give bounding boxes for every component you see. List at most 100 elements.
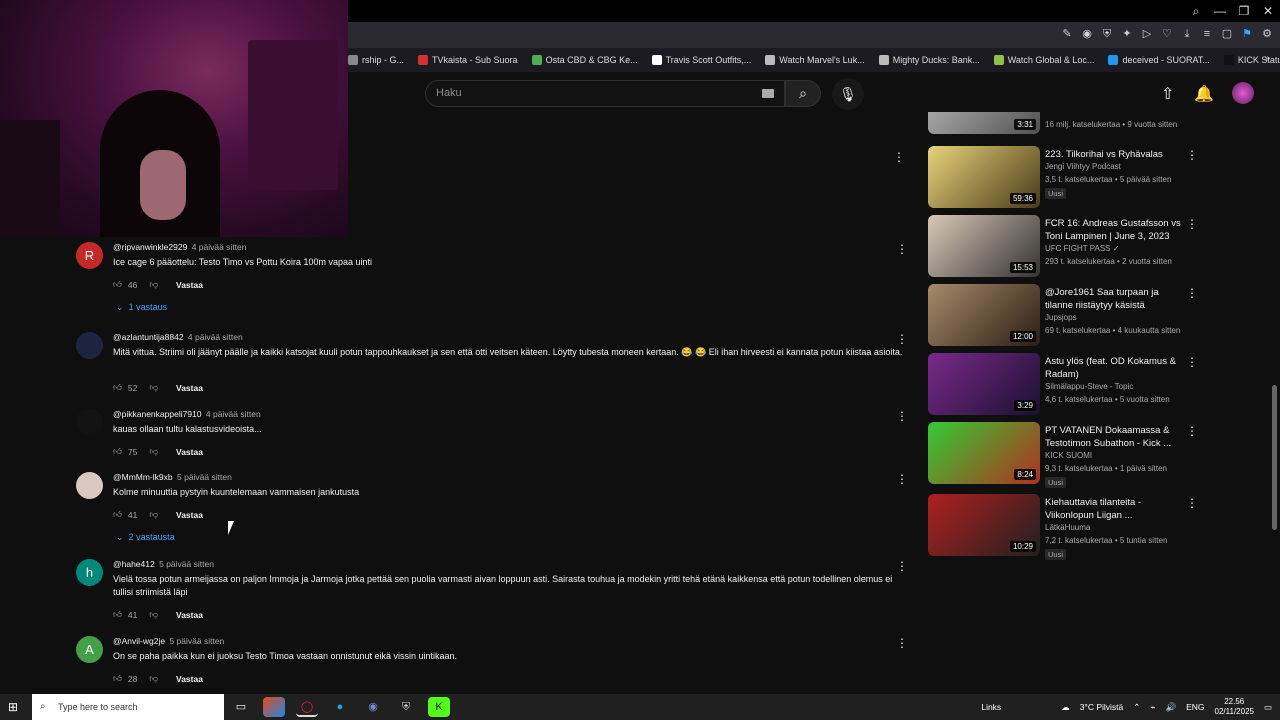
settings-icon[interactable]: ⚙ (1260, 27, 1274, 41)
comment-username[interactable]: @Anvil-wg2je (113, 636, 165, 646)
extension-icon[interactable]: ✦ (1120, 27, 1134, 41)
video-channel[interactable]: Jengi Viihtyy Podcast (1045, 162, 1121, 171)
video-title[interactable]: Kiehauttavia tilanteita - Viikonlopun Li… (1045, 496, 1185, 522)
comment-timestamp[interactable]: 5 päivää sitten (169, 636, 224, 646)
windows-start-icon[interactable]: ⊞ (8, 700, 18, 714)
discord-icon[interactable]: ◉ (362, 697, 384, 717)
video-title[interactable]: PT VATANEN Dokaamassa & Testotimon Subat… (1045, 424, 1185, 450)
video-channel[interactable]: LätkäHuuma (1045, 523, 1090, 532)
video-thumbnail[interactable]: 15:53 (928, 215, 1040, 277)
more-vert-icon[interactable]: ⋮ (1186, 424, 1198, 438)
comment-timestamp[interactable]: 4 päivää sitten (206, 409, 261, 419)
more-vert-icon[interactable]: ⋮ (1186, 286, 1198, 300)
video-thumbnail[interactable]: 3:31 (928, 112, 1040, 134)
close-button[interactable]: ✕ (1256, 4, 1280, 18)
bookmark-item[interactable]: rship - G... (348, 55, 404, 65)
more-vert-icon[interactable]: ⋮ (896, 559, 908, 573)
avatar[interactable]: R (76, 242, 103, 269)
video-card[interactable]: 8:24 PT VATANEN Dokaamassa & Testotimon … (928, 422, 1228, 488)
thumbs-up-icon[interactable]: 👍︎ (113, 509, 122, 520)
links-toolbar[interactable]: Links (981, 702, 1001, 712)
bookmark-item[interactable]: Mighty Ducks: Bank... (878, 55, 980, 65)
search-input[interactable]: Haku (425, 80, 785, 107)
menu-icon[interactable]: ≡ (1200, 27, 1214, 41)
video-title[interactable]: Astu ylös (feat. OD Kokamus & Radam) (1045, 355, 1185, 381)
video-title[interactable]: 223. Tilkorihai vs Ryhävalas (1045, 148, 1185, 161)
camera-icon[interactable]: ◉ (1080, 27, 1094, 41)
edge-icon[interactable]: ● (329, 697, 351, 717)
reply-button[interactable]: Vastaa (176, 610, 203, 620)
vpn-icon[interactable]: ⚑ (1240, 27, 1254, 41)
reply-button[interactable]: Vastaa (176, 383, 203, 393)
heart-icon[interactable]: ♡ (1160, 27, 1174, 41)
thumbs-down-icon[interactable]: 👎︎ (149, 609, 158, 620)
view-replies-button[interactable]: ⌄ 2 vastausta (116, 532, 175, 543)
more-vert-icon[interactable]: ⋮ (896, 332, 908, 346)
comment-username[interactable]: @hahe412 (113, 559, 155, 569)
reply-button[interactable]: Vastaa (176, 674, 203, 684)
bookmark-item[interactable]: Watch Marvel's Luk... (765, 55, 865, 65)
opera-icon[interactable]: ◯ (296, 697, 318, 717)
avatar[interactable] (76, 332, 103, 359)
chevron-up-icon[interactable]: ⌃ (1133, 702, 1140, 713)
task-view-icon[interactable]: ▭ (230, 697, 252, 717)
account-avatar[interactable] (1232, 82, 1254, 104)
comment-username[interactable]: @pikkanenkappeli7910 (113, 409, 202, 419)
language-indicator[interactable]: ENG (1186, 702, 1204, 712)
search-icon[interactable]: ⌕ (1184, 4, 1208, 19)
bookmark-item[interactable]: Osta CBD & CBG Ke... (531, 55, 638, 65)
comment-author[interactable]: @Anvil-wg2je 5 päivää sitten (113, 636, 224, 646)
bookmark-item[interactable]: KICK Status Page (1223, 55, 1280, 65)
comment-timestamp[interactable]: 4 päivää sitten (192, 242, 247, 252)
video-card[interactable]: 59:36 223. Tilkorihai vs Ryhävalas Jengi… (928, 146, 1228, 208)
thumbs-down-icon[interactable]: 👎︎ (149, 279, 158, 290)
thumbs-up-icon[interactable]: 👍︎ (113, 609, 122, 620)
comment-username[interactable]: @azlantuntija8842 (113, 332, 184, 342)
video-channel[interactable]: KICK SUOMI (1045, 451, 1092, 460)
chevron-right-icon[interactable]: » (1264, 53, 1270, 64)
avatar[interactable]: A (76, 636, 103, 663)
avatar[interactable] (76, 472, 103, 499)
play-icon[interactable]: ▷ (1140, 27, 1154, 41)
volume-icon[interactable]: 🔊 (1166, 702, 1177, 713)
comment-username[interactable]: @MmMm-lk9xb (113, 472, 173, 482)
notification-icon[interactable]: ▭ (1264, 702, 1272, 713)
maximize-button[interactable]: ❐ (1232, 4, 1256, 18)
keyboard-icon[interactable] (762, 89, 774, 98)
comment-timestamp[interactable]: 5 päivää sitten (159, 559, 214, 569)
video-thumbnail[interactable]: 12:00 (928, 284, 1040, 346)
comment-author[interactable]: @azlantuntija8842 4 päivää sitten (113, 332, 243, 342)
more-vert-icon[interactable]: ⋮ (1186, 496, 1198, 510)
upload-icon[interactable]: ⇧ (1161, 84, 1174, 104)
comment-author[interactable]: @ripvanwinkle2929 4 päivää sitten (113, 242, 247, 252)
video-card[interactable]: 3:29 Astu ylös (feat. OD Kokamus & Radam… (928, 353, 1228, 415)
more-vert-icon[interactable]: ⋮ (896, 472, 908, 486)
search-button[interactable]: ⌕ (785, 80, 821, 107)
reply-button[interactable]: Vastaa (176, 280, 203, 290)
bell-icon[interactable]: 🔔 (1194, 84, 1214, 104)
clock[interactable]: 22.56 02/11/2025 (1215, 697, 1254, 717)
video-thumbnail[interactable]: 8:24 (928, 422, 1040, 484)
view-replies-button[interactable]: ⌄ 1 vastaus (116, 302, 167, 313)
comment-author[interactable]: @MmMm-lk9xb 5 päivää sitten (113, 472, 232, 482)
download-icon[interactable]: ⤓ (1180, 27, 1194, 41)
shield-app-icon[interactable]: ⛨ (395, 697, 417, 717)
video-thumbnail[interactable]: 10:29 (928, 494, 1040, 556)
voice-search-button[interactable]: 🎙 (832, 78, 864, 110)
video-card[interactable]: 10:29 Kiehauttavia tilanteita - Viikonlo… (928, 494, 1228, 560)
network-icon[interactable]: ⌁ (1150, 702, 1155, 713)
shield-icon[interactable]: ⛨ (1100, 27, 1114, 41)
more-vert-icon[interactable]: ⋮ (896, 636, 908, 650)
bookmark-item[interactable]: Travis Scott Outfits,... (651, 55, 751, 65)
thumbs-up-icon[interactable]: 👍︎ (113, 673, 122, 684)
video-channel[interactable]: UFC FIGHT PASS ✓ (1045, 244, 1119, 253)
thumbs-up-icon[interactable]: 👍︎ (113, 279, 122, 290)
video-title[interactable]: @Jore1961 Saa turpaan ja tilanne riistäy… (1045, 286, 1185, 312)
bookmark-item[interactable]: TVkaista - Sub Suora (418, 55, 518, 65)
thumbs-down-icon[interactable]: 👎︎ (149, 673, 158, 684)
taskbar-search-input[interactable]: ⌕ Type here to search (32, 694, 224, 720)
bookmark-item[interactable]: deceived - SUORAT... (1108, 55, 1210, 65)
app-icon-colorful[interactable] (263, 697, 285, 717)
thumbs-down-icon[interactable]: 👎︎ (149, 446, 158, 457)
bookmark-item[interactable]: Watch Global & Loc... (993, 55, 1094, 65)
